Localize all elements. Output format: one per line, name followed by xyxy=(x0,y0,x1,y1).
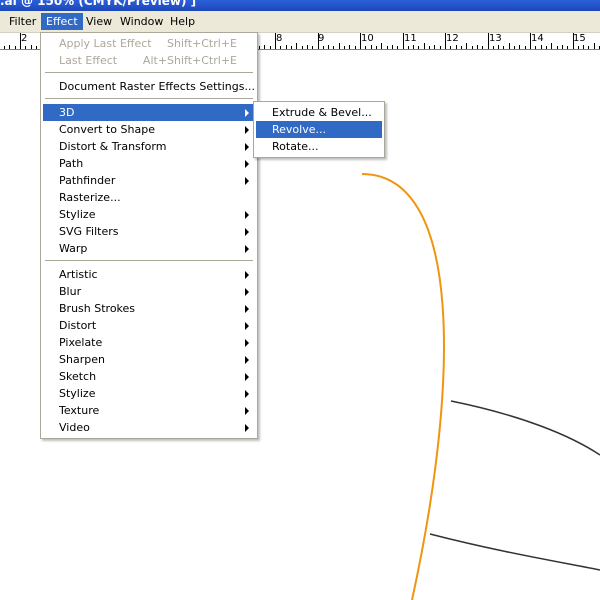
menu-item-sketch[interactable]: Sketch xyxy=(43,368,255,385)
ruler-label: 2 xyxy=(21,33,28,44)
menu-filter[interactable]: Filter xyxy=(4,13,41,30)
menu-item-svg-filters[interactable]: SVG Filters xyxy=(43,223,255,240)
orange-profile-path[interactable] xyxy=(361,173,445,600)
menu-help[interactable]: Help xyxy=(165,13,200,30)
ruler-label: 8 xyxy=(276,33,283,44)
submenu-arrow-icon xyxy=(245,228,249,236)
menu-item-distort-transform[interactable]: Distort & Transform xyxy=(43,138,255,155)
menu-item-convert-to-shape[interactable]: Convert to Shape xyxy=(43,121,255,138)
menu-effect[interactable]: Effect xyxy=(41,13,83,30)
ruler-label: 15 xyxy=(573,33,586,44)
menu-separator xyxy=(45,260,253,261)
menu-item-brush-strokes[interactable]: Brush Strokes xyxy=(43,300,255,317)
submenu-arrow-icon xyxy=(245,245,249,253)
submenu-arrow-icon xyxy=(245,177,249,185)
ruler-label: 14 xyxy=(531,33,544,44)
menu-item-sharpen[interactable]: Sharpen xyxy=(43,351,255,368)
submenu-arrow-icon xyxy=(245,305,249,313)
menu-item-warp[interactable]: Warp xyxy=(43,240,255,257)
submenu-item-revolve[interactable]: Revolve... xyxy=(256,121,382,138)
menu-item-stylize-vector[interactable]: Stylize xyxy=(43,206,255,223)
menu-item-document-raster-effects-settings[interactable]: Document Raster Effects Settings... xyxy=(43,78,255,95)
dark-curve-lower[interactable] xyxy=(429,533,600,571)
menu-item-video[interactable]: Video xyxy=(43,419,255,436)
menu-separator xyxy=(45,98,253,99)
illustrator-window: .ai @ 150% (CMYK/Preview) ] Filter Effec… xyxy=(0,0,600,600)
menu-window[interactable]: Window xyxy=(115,13,168,30)
submenu-arrow-icon xyxy=(245,211,249,219)
menu-item-distort[interactable]: Distort xyxy=(43,317,255,334)
ruler-label: 13 xyxy=(489,33,502,44)
menu-bar: Filter Effect View Window Help xyxy=(0,11,600,33)
submenu-item-rotate[interactable]: Rotate... xyxy=(256,138,382,155)
submenu-arrow-icon xyxy=(245,322,249,330)
submenu-arrow-icon xyxy=(245,339,249,347)
menu-item-blur[interactable]: Blur xyxy=(43,283,255,300)
menu-item-stylize-raster[interactable]: Stylize xyxy=(43,385,255,402)
submenu-item-extrude-bevel[interactable]: Extrude & Bevel... xyxy=(256,104,382,121)
menu-view[interactable]: View xyxy=(81,13,117,30)
menu-item-apply-last-effect[interactable]: Apply Last Effect Shift+Ctrl+E xyxy=(43,35,255,52)
title-bar: .ai @ 150% (CMYK/Preview) ] xyxy=(0,0,600,11)
submenu-arrow-icon xyxy=(245,143,249,151)
menu-item-pixelate[interactable]: Pixelate xyxy=(43,334,255,351)
ruler-label: 10 xyxy=(361,33,374,44)
dark-curve-upper[interactable] xyxy=(450,400,600,456)
window-title: .ai @ 150% (CMYK/Preview) ] xyxy=(0,0,197,8)
menu-item-3d[interactable]: 3D xyxy=(43,104,255,121)
submenu-arrow-icon xyxy=(245,390,249,398)
submenu-arrow-icon xyxy=(245,373,249,381)
submenu-arrow-icon xyxy=(245,424,249,432)
ruler-label: 9 xyxy=(318,33,325,44)
menu-item-pathfinder[interactable]: Pathfinder xyxy=(43,172,255,189)
ruler-label: 11 xyxy=(404,33,417,44)
menu-item-rasterize[interactable]: Rasterize... xyxy=(43,189,255,206)
submenu-arrow-icon xyxy=(245,407,249,415)
ruler-label: 12 xyxy=(446,33,459,44)
menu-item-texture[interactable]: Texture xyxy=(43,402,255,419)
submenu-arrow-icon xyxy=(245,160,249,168)
menu-item-artistic[interactable]: Artistic xyxy=(43,266,255,283)
menu-item-path[interactable]: Path xyxy=(43,155,255,172)
submenu-arrow-icon xyxy=(245,126,249,134)
submenu-arrow-icon xyxy=(245,109,249,117)
menu-separator xyxy=(45,72,253,73)
submenu-arrow-icon xyxy=(245,288,249,296)
submenu-3d: Extrude & Bevel... Revolve... Rotate... xyxy=(253,101,385,158)
submenu-arrow-icon xyxy=(245,271,249,279)
effect-menu: Apply Last Effect Shift+Ctrl+E Last Effe… xyxy=(40,32,258,439)
menu-item-last-effect[interactable]: Last Effect Alt+Shift+Ctrl+E xyxy=(43,52,255,69)
submenu-arrow-icon xyxy=(245,356,249,364)
